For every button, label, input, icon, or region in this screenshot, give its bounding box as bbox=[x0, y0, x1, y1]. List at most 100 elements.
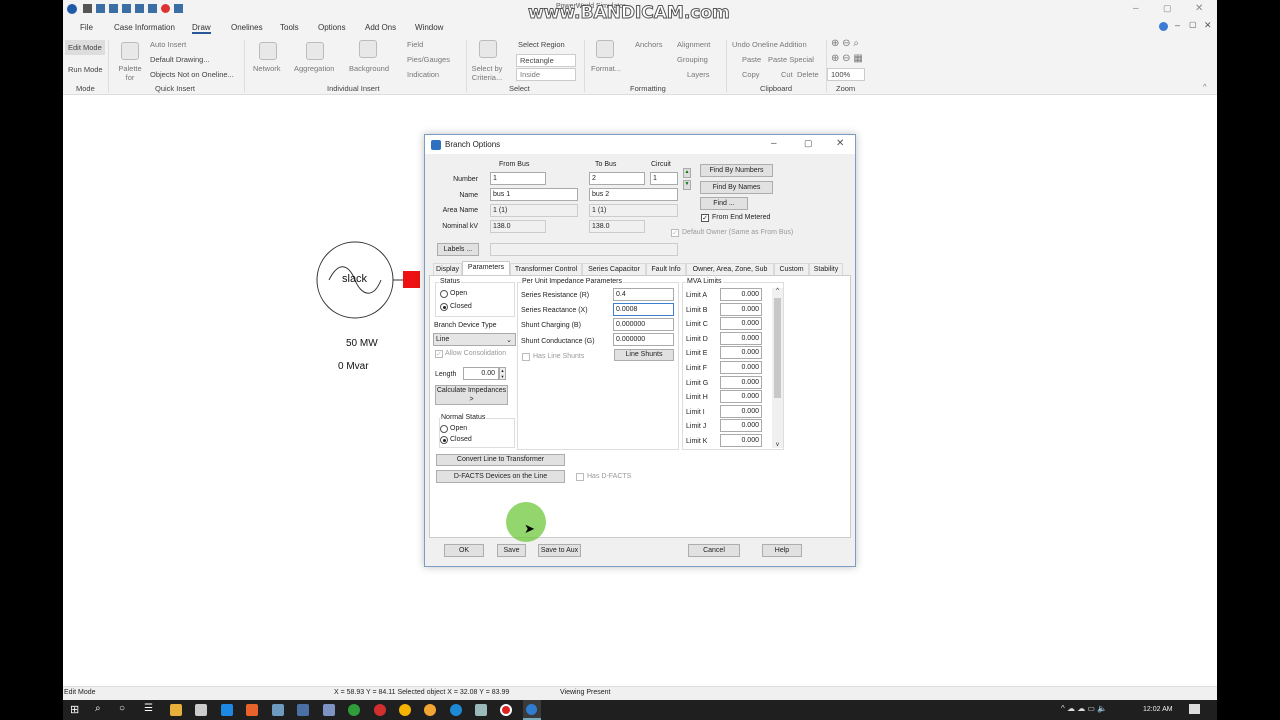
series-reactance-input[interactable]: 0.0008 bbox=[613, 303, 674, 316]
background-button[interactable]: Background bbox=[349, 64, 389, 73]
limit-input[interactable]: 0.000 bbox=[720, 390, 762, 404]
aggregation-button[interactable]: Aggregation bbox=[294, 64, 334, 73]
dialog-close-button[interactable]: ✕ bbox=[836, 138, 844, 149]
powerworld-taskbar-icon[interactable] bbox=[523, 700, 541, 720]
select-by-criteria-button[interactable]: Select by Criteria... bbox=[471, 64, 503, 82]
photos-icon[interactable] bbox=[272, 704, 284, 716]
delete-button[interactable]: Delete bbox=[797, 70, 819, 79]
find-button[interactable]: Find ... bbox=[700, 197, 748, 210]
cut-button[interactable]: Cut bbox=[781, 70, 793, 79]
alignment-button[interactable]: Alignment bbox=[677, 40, 710, 49]
layers-button[interactable]: Layers bbox=[687, 70, 710, 79]
menu-window[interactable]: Window bbox=[415, 23, 443, 32]
dialog-maximize-button[interactable]: ▢ bbox=[804, 138, 813, 149]
normal-status-open-radio[interactable] bbox=[440, 425, 448, 433]
menu-file[interactable]: File bbox=[80, 23, 93, 32]
ok-button[interactable]: OK bbox=[444, 544, 484, 557]
limit-input[interactable]: 0.000 bbox=[720, 434, 762, 447]
matlab-icon[interactable] bbox=[246, 704, 258, 716]
limit-input[interactable]: 0.000 bbox=[720, 302, 762, 316]
stop-icon[interactable] bbox=[161, 4, 170, 13]
limit-input[interactable]: 0.000 bbox=[720, 375, 762, 389]
menu-add-ons[interactable]: Add Ons bbox=[365, 23, 396, 32]
objects-not-on-oneline-button[interactable]: Objects Not on Oneline... bbox=[150, 70, 234, 79]
labels-button[interactable]: Labels ... bbox=[437, 243, 479, 256]
notepad-icon[interactable] bbox=[475, 704, 487, 716]
grouping-button[interactable]: Grouping bbox=[677, 55, 708, 64]
search-icon[interactable]: ⌕ bbox=[95, 703, 101, 714]
dialog-minimize-button[interactable]: – bbox=[771, 138, 777, 149]
limits-scrollbar[interactable]: ^ v bbox=[772, 288, 783, 448]
zoom-in-area-icon[interactable]: ⊕ ⊖ ⌕ bbox=[831, 38, 859, 49]
menu-draw[interactable]: Draw bbox=[192, 23, 211, 34]
paste-special-button[interactable]: Paste Special bbox=[768, 55, 814, 64]
convert-line-to-transformer-button[interactable]: Convert Line to Transformer bbox=[436, 454, 565, 466]
menu-onelines[interactable]: Onelines bbox=[231, 23, 263, 32]
file-explorer-icon[interactable] bbox=[170, 704, 182, 716]
rectangle-select[interactable]: Rectangle bbox=[516, 54, 576, 67]
length-input[interactable]: 0.00 bbox=[463, 367, 499, 380]
doc-close-button[interactable]: ✕ bbox=[1204, 20, 1212, 31]
paste-button[interactable]: Paste bbox=[742, 55, 761, 64]
limit-input[interactable]: 0.000 bbox=[720, 361, 762, 374]
grid-icon[interactable] bbox=[122, 4, 131, 13]
cancel-button[interactable]: Cancel bbox=[688, 544, 740, 557]
tool-icon[interactable] bbox=[96, 4, 105, 13]
chrome-icon[interactable] bbox=[399, 704, 411, 716]
system-tray-icons[interactable]: ^ ☁ ☁ ▭ 🔈 bbox=[1061, 704, 1107, 713]
app-icon[interactable] bbox=[323, 704, 335, 716]
shunt-charging-input[interactable]: 0.000000 bbox=[613, 318, 674, 331]
tool-icon[interactable] bbox=[174, 4, 183, 13]
calculate-impedances-button[interactable]: Calculate Impedances > bbox=[435, 385, 508, 405]
line-shunts-button[interactable]: Line Shunts bbox=[614, 349, 674, 361]
calc-icon[interactable] bbox=[148, 4, 157, 13]
copy-button[interactable]: Copy bbox=[742, 70, 760, 79]
limit-input[interactable]: 0.000 bbox=[720, 288, 762, 301]
undo-button[interactable]: Undo Oneline Addition bbox=[732, 40, 807, 49]
scroll-up-icon[interactable]: ^ bbox=[772, 288, 783, 294]
edge-icon[interactable] bbox=[450, 704, 462, 716]
from-bus-number-input[interactable]: 1 bbox=[490, 172, 546, 185]
previous-branch-arrow-icon[interactable]: ▲ bbox=[683, 168, 691, 178]
close-button[interactable]: ✕ bbox=[1195, 3, 1203, 14]
palette-button[interactable]: Palette for bbox=[117, 64, 143, 82]
tool-icon[interactable] bbox=[109, 4, 118, 13]
auto-insert-button[interactable]: Auto Insert bbox=[150, 40, 186, 49]
run-mode-button[interactable]: Run Mode bbox=[68, 65, 103, 74]
inside-select[interactable]: Inside bbox=[516, 68, 576, 81]
indication-button[interactable]: Indication bbox=[407, 70, 439, 79]
doc-restore-button[interactable]: ▢ bbox=[1189, 20, 1197, 29]
minimize-button[interactable]: – bbox=[1133, 3, 1139, 14]
scroll-down-icon[interactable]: v bbox=[772, 442, 783, 448]
zoom-in-icon[interactable]: ⊕ ⊖ ▦ bbox=[831, 53, 863, 64]
scrollbar-thumb[interactable] bbox=[774, 298, 781, 398]
store-icon[interactable] bbox=[195, 704, 207, 716]
opera-icon[interactable] bbox=[374, 704, 386, 716]
from-bus-name-input[interactable]: bus 1 bbox=[490, 188, 578, 201]
default-drawing-button[interactable]: Default Drawing... bbox=[150, 55, 210, 64]
network-button[interactable]: Network bbox=[253, 64, 281, 73]
status-closed-radio[interactable] bbox=[440, 303, 448, 311]
limit-input[interactable]: 0.000 bbox=[720, 317, 762, 331]
shunt-conductance-input[interactable]: 0.000000 bbox=[613, 333, 674, 346]
maximize-button[interactable]: ▢ bbox=[1163, 3, 1172, 14]
menu-options[interactable]: Options bbox=[318, 23, 346, 32]
help-button[interactable]: Help bbox=[762, 544, 802, 557]
find-by-numbers-button[interactable]: Find By Numbers bbox=[700, 164, 773, 177]
limit-input[interactable]: 0.000 bbox=[720, 419, 762, 433]
notifications-icon[interactable] bbox=[1189, 704, 1200, 714]
field-button[interactable]: Field bbox=[407, 40, 423, 49]
app-icon[interactable] bbox=[297, 704, 309, 716]
upwork-icon[interactable] bbox=[348, 704, 360, 716]
help-icon[interactable] bbox=[1159, 22, 1168, 31]
status-open-radio[interactable] bbox=[440, 290, 448, 298]
save-icon[interactable] bbox=[83, 4, 92, 13]
clock[interactable]: 12:02 AM bbox=[1143, 706, 1173, 713]
from-end-metered-checkbox[interactable]: ✓ bbox=[701, 214, 709, 222]
to-bus-number-input[interactable]: 2 bbox=[589, 172, 645, 185]
length-spinner[interactable]: ▲ ▼ bbox=[499, 367, 506, 380]
circuit-input[interactable]: 1 bbox=[650, 172, 678, 185]
menu-tools[interactable]: Tools bbox=[280, 23, 299, 32]
generator-symbol[interactable] bbox=[303, 235, 433, 335]
save-button[interactable]: Save bbox=[497, 544, 526, 557]
